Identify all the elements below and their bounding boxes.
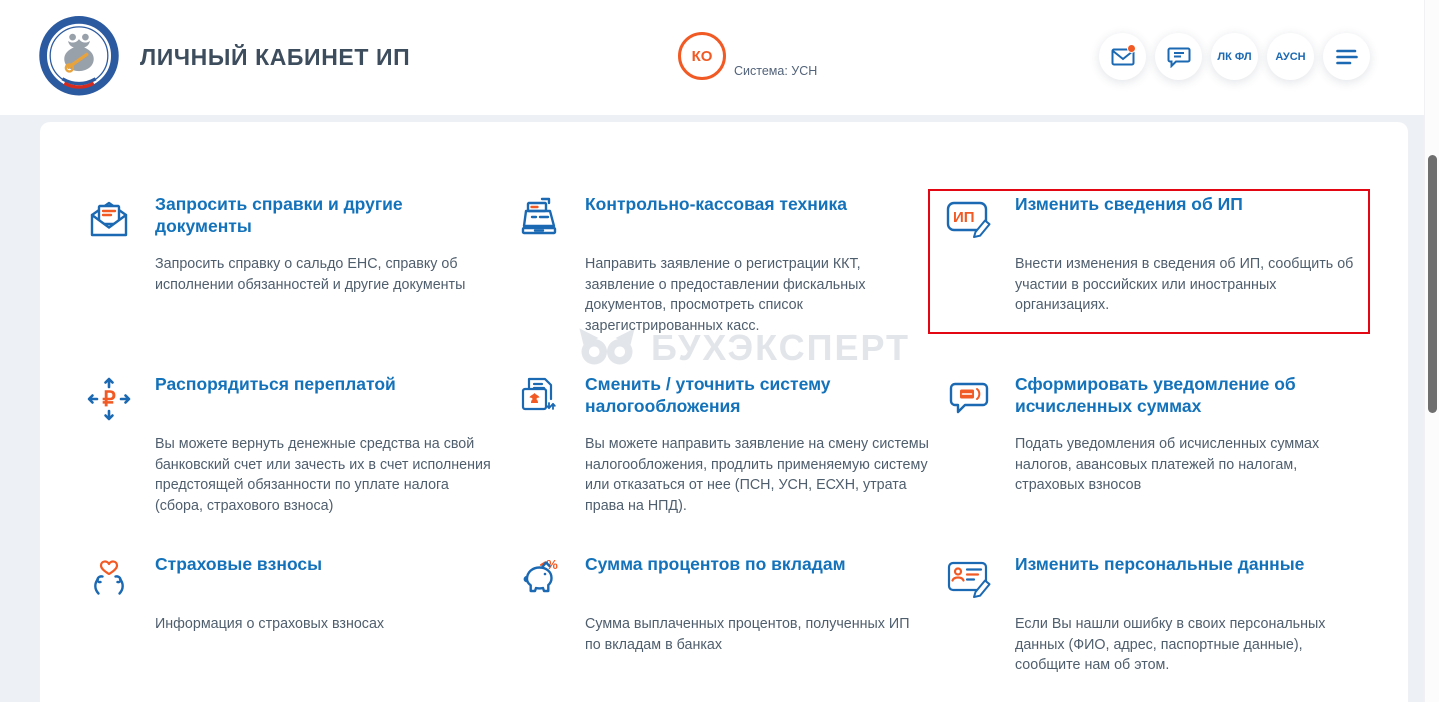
card-title[interactable]: Контрольно-кассовая техника <box>585 193 929 241</box>
card-title[interactable]: Сменить / уточнить систему налогообложен… <box>585 373 929 421</box>
svg-text:ИП: ИП <box>953 209 975 226</box>
card-deposit-interest[interactable]: % Сумма процентов по вкладам Сумма выпла… <box>515 553 933 702</box>
scrollbar[interactable] <box>1424 0 1439 702</box>
card-title[interactable]: Изменить сведения об ИП <box>1015 193 1359 241</box>
card-description: Запросить справку о сальдо ЕНС, справку … <box>155 256 466 293</box>
chat-button[interactable] <box>1155 33 1202 80</box>
card-description: Подать уведомления об исчисленных суммах… <box>1015 436 1320 494</box>
svg-text:₽: ₽ <box>102 388 116 411</box>
menu-button[interactable] <box>1323 33 1370 80</box>
card-description: Если Вы нашли ошибку в своих персональны… <box>1015 616 1326 674</box>
envelope-document-icon <box>85 195 133 373</box>
card-title[interactable]: Страховые взносы <box>155 553 499 601</box>
app-title: ЛИЧНЫЙ КАБИНЕТ ИП <box>140 43 411 70</box>
card-description: Информация о страховых взносах <box>155 616 385 632</box>
card-description: Направить заявление о регистрации ККТ, з… <box>585 256 866 334</box>
card-request-documents[interactable]: Запросить справки и другие документы Зап… <box>85 193 503 373</box>
ausn-button[interactable]: АУСН <box>1267 33 1314 80</box>
card-title[interactable]: Изменить персональные данные <box>1015 553 1359 601</box>
card-cash-register-equipment[interactable]: Контрольно-кассовая техника Направить за… <box>515 193 933 373</box>
person-card-edit-icon <box>945 555 993 702</box>
services-grid: Запросить справки и другие документы Зап… <box>85 189 1375 702</box>
services-panel: БУХЭКСПЕРТ Запросить справки и другие до… <box>40 122 1408 702</box>
tax-system-label: Система: УСН <box>734 64 818 78</box>
card-manage-overpayment[interactable]: ₽ Распорядиться переплатой Вы можете вер… <box>85 373 503 553</box>
notification-bubble-icon <box>945 375 993 553</box>
avatar[interactable]: КО <box>678 32 726 80</box>
card-title[interactable]: Сумма процентов по вкладам <box>585 553 929 601</box>
card-title[interactable]: Сформировать уведомление об исчисленных … <box>1015 373 1359 421</box>
card-change-personal-data[interactable]: Изменить персональные данные Если Вы наш… <box>945 553 1363 702</box>
card-title[interactable]: Распорядиться переплатой <box>155 373 499 421</box>
ip-edit-icon: ИП <box>945 195 993 373</box>
card-create-tax-notification[interactable]: Сформировать уведомление об исчисленных … <box>945 373 1363 553</box>
avatar-initials: КО <box>691 47 713 65</box>
scrollbar-thumb[interactable] <box>1428 155 1437 413</box>
card-description: Сумма выплаченных процентов, полученных … <box>585 616 910 653</box>
cash-register-icon <box>515 195 563 373</box>
lk-fl-button[interactable]: ЛК ФЛ <box>1211 33 1258 80</box>
ruble-arrows-icon: ₽ <box>85 375 133 553</box>
card-change-ip-info[interactable]: ИП Изменить сведения об ИП Внести измене… <box>928 189 1370 373</box>
card-change-tax-system[interactable]: Сменить / уточнить систему налогообложен… <box>515 373 933 553</box>
card-description: Внести изменения в сведения об ИП, сообщ… <box>1015 256 1354 314</box>
card-description: Вы можете направить заявление на смену с… <box>585 436 929 514</box>
piggy-bank-icon: % <box>515 555 563 702</box>
heart-hands-icon <box>85 555 133 702</box>
header: ЛИЧНЫЙ КАБИНЕТ ИП КО Система: УСН ЛК ФЛ … <box>0 0 1424 115</box>
card-title[interactable]: Запросить справки и другие документы <box>155 193 499 241</box>
card-insurance-contributions[interactable]: Страховые взносы Информация о страховых … <box>85 553 503 702</box>
card-description: Вы можете вернуть денежные средства на с… <box>155 436 491 514</box>
messages-button[interactable] <box>1099 33 1146 80</box>
notification-dot <box>1127 44 1136 53</box>
tax-documents-icon <box>515 375 563 553</box>
hamburger-menu-icon <box>1335 49 1358 65</box>
fns-logo[interactable] <box>38 14 120 100</box>
chat-icon <box>1167 46 1191 68</box>
